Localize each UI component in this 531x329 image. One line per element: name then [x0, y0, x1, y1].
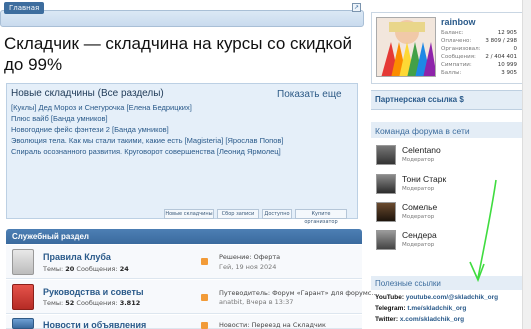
last-post-title[interactable]: Новости: Переезд на Складчик [219, 321, 326, 329]
avatar[interactable] [376, 17, 436, 77]
team-member-name[interactable]: Celentano [402, 145, 441, 155]
referral-link[interactable]: Партнерская ссылка $ [375, 95, 464, 104]
news-icon [12, 318, 34, 329]
stat-value: 0 [513, 46, 518, 52]
team-title: Команда форума в сети [375, 126, 470, 136]
new-thread-link[interactable]: [Куклы] Дед Мороз и Снегурочка [Елена Бе… [11, 103, 192, 112]
stat-value: 12 905 [497, 30, 517, 36]
tab-collecting[interactable]: Сбор записи [217, 209, 259, 219]
guide-book-icon [12, 284, 34, 310]
last-post-meta: Гей, 19 ноя 2024 [219, 263, 277, 271]
tab-available[interactable]: Доступно [262, 209, 292, 219]
stat-value: 10 999 [497, 62, 517, 68]
last-post-title[interactable]: Путеводитель: Форум «Гарант» для форумс… [219, 289, 378, 297]
rss-icon[interactable] [201, 322, 208, 329]
avatar[interactable] [376, 202, 396, 222]
new-thread-link[interactable]: Спираль осознанного развития. Круговорот… [11, 147, 281, 156]
profile-username[interactable]: rainbow [441, 17, 476, 27]
stat-label: Оплачено: [441, 38, 472, 44]
stat-label: Баллы: [441, 70, 462, 76]
scrollbar[interactable] [522, 0, 531, 329]
stat-label: Организовал: [441, 46, 481, 52]
stat-label: Баланс: [441, 30, 464, 36]
new-thread-link[interactable]: Плюс вайб [Банда умников] [11, 114, 108, 123]
team-member-role: Модератор [402, 186, 435, 192]
stat-label: Симпатии: [441, 62, 472, 68]
page-title: Складчик — складчина на курсы со скидкой… [4, 34, 352, 74]
useful-link[interactable]: Twitter: x.com/skladchik_org [375, 316, 464, 323]
forum-stats: Темы: 20 Сообщения: 24 [43, 265, 129, 273]
new-thread-link[interactable]: Новогодние фейс фэнтези 2 [Банда умников… [11, 125, 169, 134]
forum-title[interactable]: Новости и объявления [43, 320, 146, 329]
forum-title[interactable]: Руководства и советы [43, 287, 144, 297]
stat-value: 2 / 404 401 [485, 54, 517, 60]
avatar[interactable] [376, 145, 396, 165]
team-member-role: Модератор [402, 157, 435, 163]
new-threads-title: Новые складчины (Все разделы) [11, 88, 164, 99]
team-member-role: Модератор [402, 214, 435, 220]
stat-value: 3 905 [501, 70, 517, 76]
forum-title[interactable]: Правила Клуба [43, 252, 111, 262]
forum-row [6, 280, 362, 314]
team-member-name[interactable]: Сомелье [402, 202, 437, 212]
stat-label: Сообщения: [441, 54, 476, 60]
tab-new[interactable]: Новые складчины [164, 209, 214, 219]
show-more-link[interactable]: Показать еще [277, 89, 342, 100]
useful-link[interactable]: Telegram: t.me/skladchik_org [375, 305, 466, 312]
team-member-name[interactable]: Тони Старк [402, 174, 446, 184]
avatar[interactable] [376, 174, 396, 194]
new-thread-link[interactable]: Эволюция тела. Как мы стали такими, каки… [11, 136, 284, 145]
useful-link[interactable]: YouTube: youtube.com/@skladchik_org [375, 294, 498, 301]
annotation-arrow-icon [469, 179, 497, 283]
rss-icon[interactable] [201, 294, 208, 301]
expand-arrow-icon[interactable]: ↗ [352, 3, 361, 12]
breadcrumb [0, 10, 364, 27]
links-title: Полезные ссылки [375, 279, 441, 288]
last-post-meta: anatbit, Вчера в 13:37 [219, 298, 294, 306]
team-member-role: Модератор [402, 242, 435, 248]
last-post-title[interactable]: Решение: Оферта [219, 253, 280, 261]
breadcrumb-home[interactable]: Главная [4, 2, 45, 14]
forum-stats: Темы: 52 Сообщения: 3.812 [43, 299, 141, 307]
tab-organizer[interactable]: Купите организатор [295, 209, 347, 225]
team-member-name[interactable]: Сендера [402, 230, 437, 240]
rules-book-icon [12, 249, 34, 275]
avatar[interactable] [376, 230, 396, 250]
rss-icon[interactable] [201, 258, 208, 265]
section-title: Служебный раздел [12, 232, 89, 241]
forum-row [6, 245, 362, 279]
stat-value: 3 809 / 298 [485, 38, 517, 44]
